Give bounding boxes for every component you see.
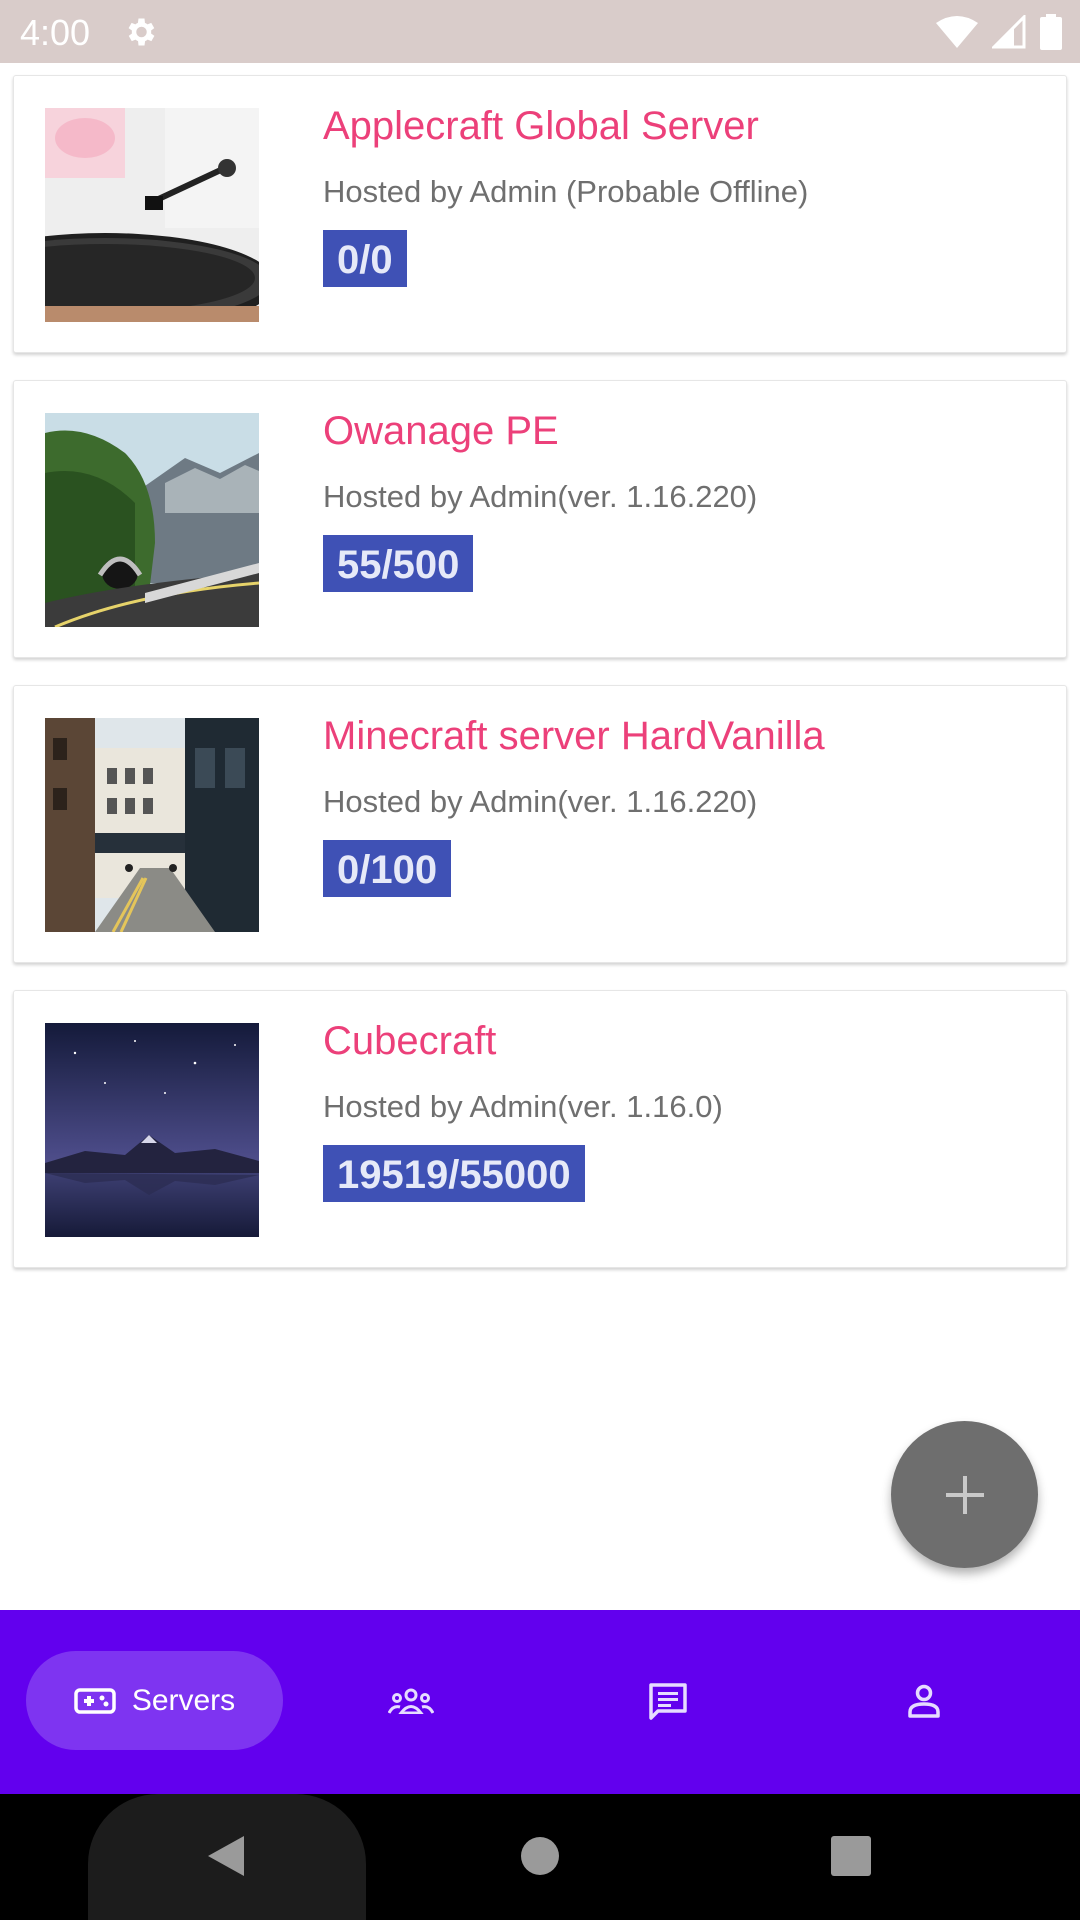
status-bar: 4:00	[0, 0, 1080, 63]
group-icon	[388, 1688, 434, 1714]
server-thumbnail-city-street	[45, 718, 259, 932]
server-card[interactable]: Cubecraft Hosted by Admin(ver. 1.16.0) 1…	[13, 990, 1067, 1268]
server-thumbnail-turntable	[45, 108, 259, 322]
recents-icon[interactable]	[831, 1836, 871, 1876]
nav-item-profile[interactable]	[874, 1651, 974, 1750]
server-title: Owanage PE	[323, 409, 559, 453]
plus-icon	[945, 1475, 984, 1514]
bottom-navigation: Servers	[0, 1610, 1080, 1794]
server-thumbnail-night-lake	[45, 1023, 259, 1237]
chat-icon	[649, 1682, 687, 1720]
server-title: Cubecraft	[323, 1019, 497, 1063]
server-title: Applecraft Global Server	[323, 104, 759, 148]
server-host: Hosted by Admin(ver. 1.16.220)	[323, 479, 758, 514]
server-card[interactable]: Minecraft server HardVanilla Hosted by A…	[13, 685, 1067, 963]
player-count-badge: 0/100	[323, 840, 452, 897]
battery-icon	[1040, 14, 1062, 50]
nav-item-chat[interactable]	[618, 1651, 718, 1750]
gamepad-icon	[74, 1687, 116, 1714]
add-server-button[interactable]	[891, 1421, 1038, 1568]
back-icon[interactable]	[206, 1834, 246, 1878]
server-host: Hosted by Admin(ver. 1.16.0)	[323, 1089, 723, 1124]
player-count-badge: 19519/55000	[323, 1145, 585, 1202]
server-thumbnail-mountain-road	[45, 413, 259, 627]
nav-item-groups[interactable]	[361, 1651, 461, 1750]
nav-item-servers[interactable]: Servers	[26, 1651, 283, 1750]
server-host: Hosted by Admin (Probable Offline)	[323, 174, 809, 209]
player-count-badge: 55/500	[323, 535, 474, 592]
system-navigation-bar	[0, 1794, 1080, 1920]
server-host: Hosted by Admin(ver. 1.16.220)	[323, 784, 758, 819]
status-indicators	[936, 14, 1062, 50]
server-title: Minecraft server HardVanilla	[323, 714, 825, 758]
player-count-badge: 0/0	[323, 230, 407, 287]
nav-label-servers: Servers	[131, 1683, 236, 1717]
person-icon	[908, 1684, 940, 1718]
server-card[interactable]: Owanage PE Hosted by Admin(ver. 1.16.220…	[13, 380, 1067, 658]
status-time: 4:00	[20, 12, 91, 53]
home-icon[interactable]	[521, 1837, 559, 1875]
wifi-icon	[936, 16, 978, 48]
settings-icon	[128, 18, 155, 46]
signal-icon	[992, 15, 1026, 49]
server-card[interactable]: Applecraft Global Server Hosted by Admin…	[13, 75, 1067, 353]
